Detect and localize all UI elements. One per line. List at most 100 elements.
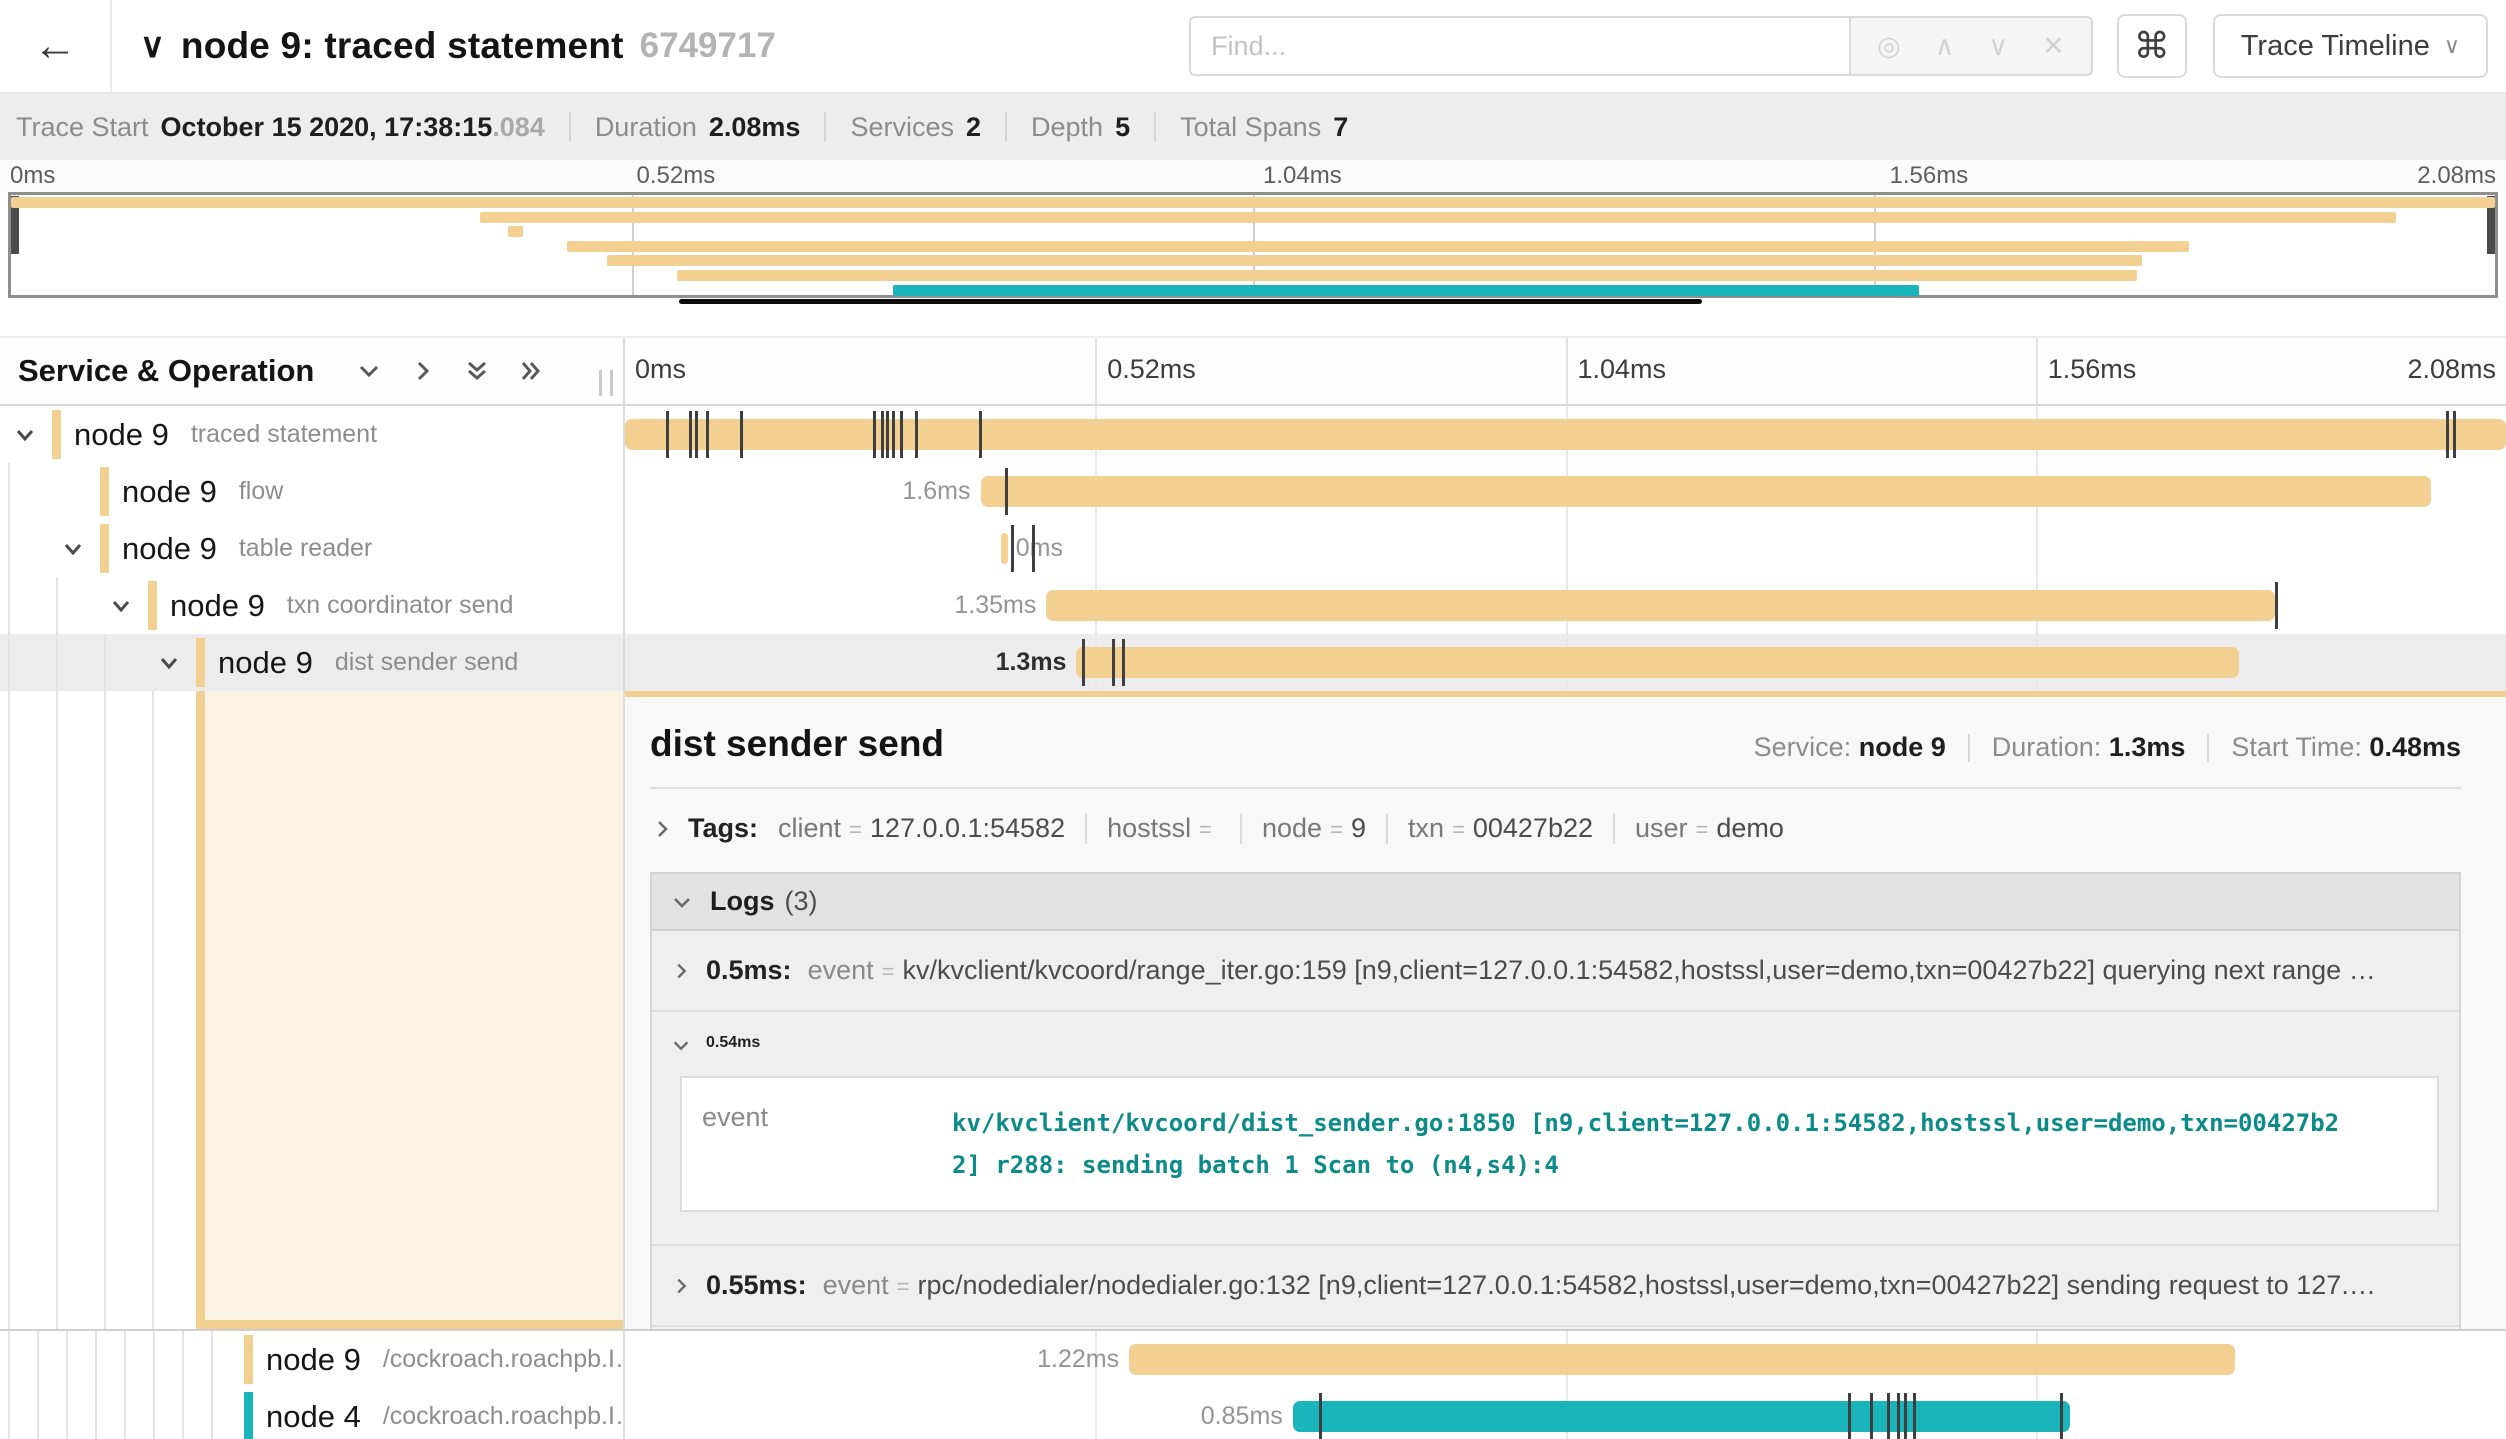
timeline-ticks-header: 0ms 0.52ms 1.04ms 1.56ms 2.08ms	[625, 338, 2506, 404]
page-title: node 9: traced statement	[181, 25, 624, 67]
span-name-cell[interactable]: node 9table reader	[0, 520, 625, 577]
trace-minimap[interactable]	[8, 192, 2498, 298]
span-duration-label: 0ms	[1016, 534, 1063, 563]
equals-sign: =	[1696, 817, 1709, 843]
span-color-bar	[244, 1335, 253, 1384]
span-bar[interactable]	[1001, 533, 1008, 564]
span-row[interactable]: node 9/cockroach.roachpb.I…1.22ms	[0, 1331, 2506, 1388]
chevron-down-icon	[670, 1034, 692, 1056]
collapse-all-icon[interactable]	[460, 354, 494, 388]
chevron-down-icon[interactable]	[154, 648, 184, 678]
span-title: dist sender send	[650, 723, 1754, 765]
span-row[interactable]: node 9table reader 0ms	[0, 520, 2506, 577]
timeline-gridline	[2036, 520, 2038, 577]
collapse-one-icon[interactable]	[352, 354, 386, 388]
indent-guide	[211, 1388, 213, 1439]
equals-sign: =	[1330, 817, 1343, 843]
span-bar[interactable]	[1293, 1401, 2070, 1432]
span-row[interactable]: node 9flow 1.6ms	[0, 463, 2506, 520]
indent-guide	[66, 1331, 68, 1388]
divider	[1005, 112, 1007, 142]
chevron-right-icon	[670, 960, 692, 982]
tags-accordion[interactable]: Tags: client=127.0.0.1:54582 hostssl= no…	[650, 813, 2461, 844]
span-row[interactable]: node 9traced statement	[0, 406, 2506, 463]
locate-icon[interactable]: ◎	[1877, 33, 1901, 60]
tick-border	[2036, 338, 2038, 404]
span-name-cell[interactable]: node 9/cockroach.roachpb.I…	[0, 1331, 625, 1388]
log-entry-expanded[interactable]: 0.54ms event kv/kvclient/kvcoord/dist_se…	[652, 1012, 2459, 1246]
minimap-tick-labels: 0ms 0.52ms 1.04ms 1.56ms 2.08ms	[0, 160, 2506, 192]
span-row[interactable]: node 9txn coordinator send1.35ms	[0, 577, 2506, 634]
equals-sign: =	[849, 817, 862, 843]
span-bar[interactable]	[625, 419, 2506, 450]
collapse-trace-chevron-icon[interactable]: ∨	[140, 26, 165, 66]
span-timeline-cell[interactable]: 1.6ms	[625, 463, 2506, 520]
span-name-cell[interactable]: node 9dist sender send	[0, 634, 625, 691]
next-match-icon[interactable]: ∨	[1988, 33, 2008, 60]
tag-item: client=127.0.0.1:54582	[778, 813, 1065, 844]
span-bar[interactable]	[1046, 590, 2274, 621]
operation-name: /cockroach.roachpb.I…	[383, 1345, 625, 1374]
chevron-right-icon	[670, 1275, 692, 1297]
minimap-span-bar	[11, 197, 2495, 208]
detail-name-column	[0, 691, 625, 1329]
span-bar[interactable]	[981, 476, 2431, 507]
indent-guide	[8, 691, 10, 1329]
service-operation-header: Service & Operation	[0, 338, 625, 404]
span-name-cell[interactable]: node 9traced statement	[0, 406, 625, 463]
indent-guide	[124, 1388, 126, 1439]
chevron-down-icon[interactable]	[58, 534, 88, 564]
indent-guide	[152, 691, 154, 1329]
log-entry-collapsed[interactable]: 0.5ms: event = kv/kvclient/kvcoord/range…	[652, 931, 2459, 1012]
span-name-cell[interactable]: node 4/cockroach.roachpb.I…	[0, 1388, 625, 1439]
clear-search-icon[interactable]: ✕	[2042, 33, 2065, 60]
log-marker-tick	[900, 411, 903, 458]
minimap-span-bar	[893, 285, 1919, 296]
equals-sign: =	[882, 959, 895, 985]
span-timeline-cell[interactable]	[625, 406, 2506, 463]
trace-view-selector[interactable]: Trace Timeline ∨	[2213, 14, 2488, 78]
indent-guide	[8, 1388, 10, 1439]
span-bar[interactable]	[1076, 647, 2238, 678]
find-input[interactable]	[1189, 16, 1849, 76]
chevron-down-icon[interactable]	[106, 591, 136, 621]
logs-header[interactable]: Logs (3)	[652, 874, 2459, 931]
span-timeline-cell[interactable]: 1.35ms	[625, 577, 2506, 634]
chevron-down-icon[interactable]	[10, 420, 40, 450]
span-row[interactable]: node 9dist sender send 1.3ms	[0, 634, 2506, 691]
span-row[interactable]: node 4/cockroach.roachpb.I… 0.85ms	[0, 1388, 2506, 1439]
horizontal-scrollbar[interactable]	[679, 299, 1702, 304]
log-entry-collapsed[interactable]: 0.55ms: event = rpc/nodedialer/nodediale…	[652, 1246, 2459, 1327]
log-field-value: rpc/nodedialer/nodedialer.go:132 [n9,cli…	[918, 1270, 2376, 1301]
operation-name: txn coordinator send	[287, 591, 514, 620]
minimap-span-bar	[567, 241, 2189, 252]
keyboard-shortcuts-button[interactable]: ⌘	[2117, 14, 2187, 78]
log-marker-tick	[1887, 1393, 1890, 1439]
divider	[2207, 734, 2209, 762]
span-name-cell[interactable]: node 9txn coordinator send	[0, 577, 625, 634]
service-name: node 9	[266, 1342, 361, 1378]
column-resizer-grip[interactable]	[599, 370, 613, 396]
span-timeline-cell[interactable]: 1.22ms	[625, 1331, 2506, 1388]
expand-one-icon[interactable]	[406, 354, 440, 388]
timeline-tick: 0ms	[635, 354, 686, 385]
span-timeline-cell[interactable]: 0ms	[625, 520, 2506, 577]
log-field-key: event	[702, 1102, 952, 1186]
expand-all-icon[interactable]	[514, 354, 548, 388]
service-value: node 9	[1859, 732, 1946, 763]
indent-guide	[182, 1388, 184, 1439]
span-name: node 9dist sender send	[218, 634, 518, 691]
span-duration-label: 1.6ms	[902, 477, 970, 506]
span-bar[interactable]	[1129, 1344, 2235, 1375]
span-name-cell[interactable]: node 9flow	[0, 463, 625, 520]
span-timeline-cell[interactable]: 1.3ms	[625, 634, 2506, 691]
prev-match-icon[interactable]: ∧	[1935, 33, 1955, 60]
tag-value: 00427b22	[1473, 813, 1593, 844]
log-marker-tick	[666, 411, 669, 458]
indent-guide	[66, 1388, 68, 1439]
back-button[interactable]: ←	[0, 0, 112, 92]
span-timeline-cell[interactable]: 0.85ms	[625, 1388, 2506, 1439]
span-duration-label: 0.85ms	[1201, 1402, 1283, 1431]
divider	[1240, 814, 1242, 844]
log-field-key: event	[823, 1270, 889, 1301]
